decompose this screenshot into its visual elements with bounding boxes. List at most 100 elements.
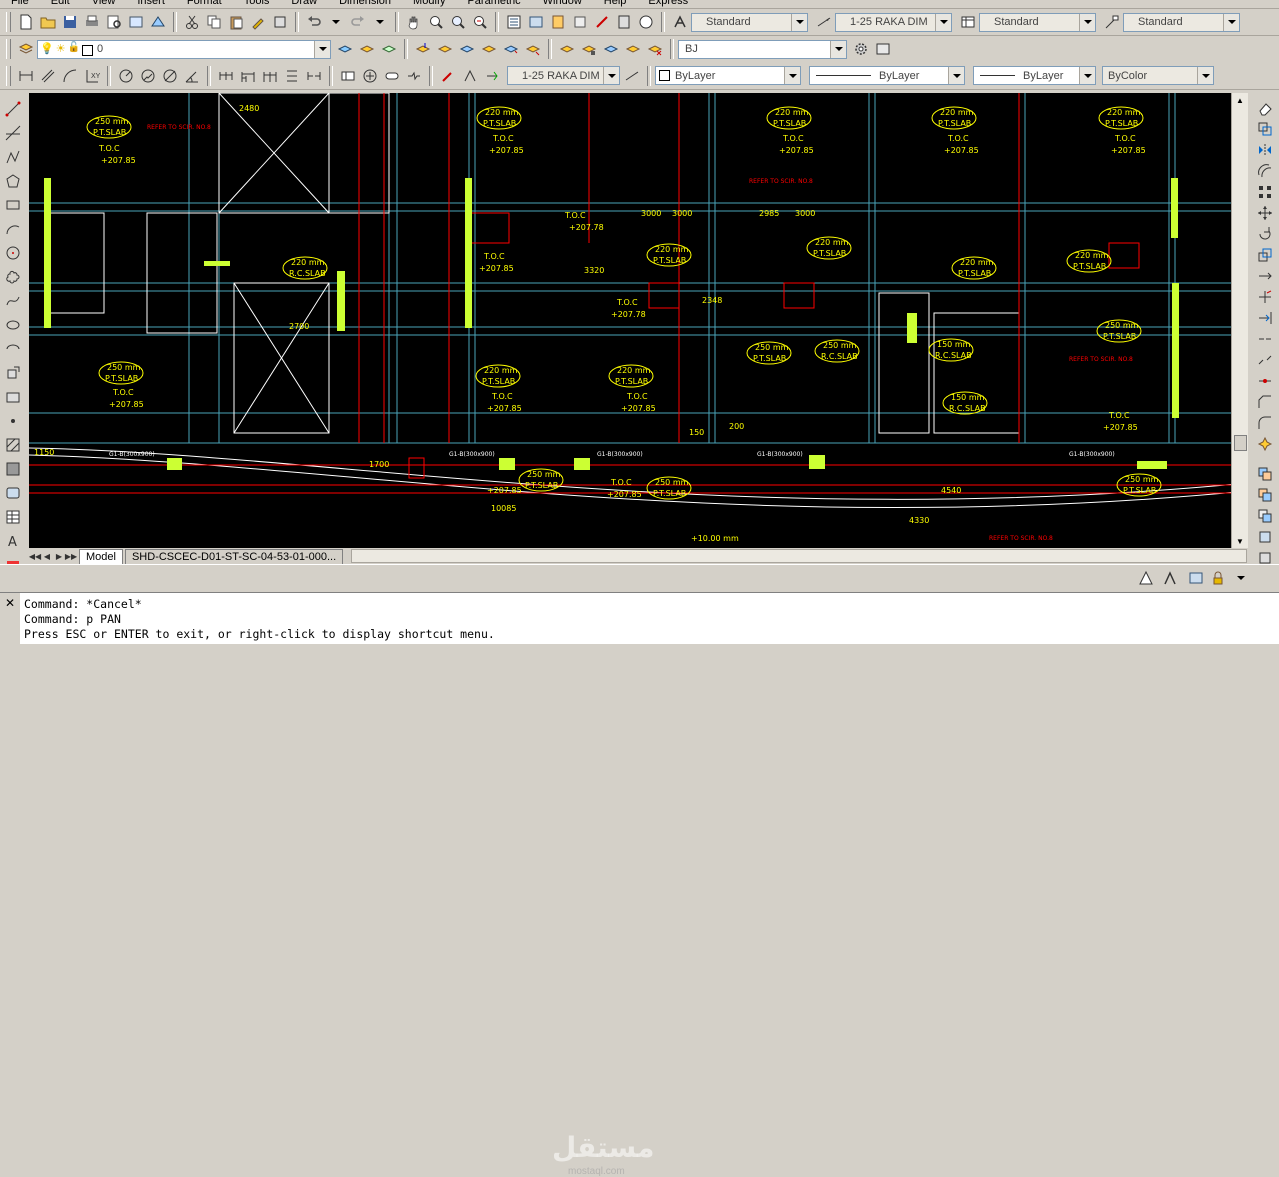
tab-model[interactable]: Model bbox=[79, 548, 123, 564]
layer-walk-icon[interactable] bbox=[557, 39, 577, 59]
markup-icon[interactable] bbox=[592, 12, 612, 32]
explode-icon[interactable] bbox=[1255, 434, 1275, 453]
hatch-icon[interactable] bbox=[3, 435, 23, 455]
annotation-scale-icon[interactable] bbox=[1136, 569, 1156, 587]
aligned-dim-icon[interactable] bbox=[38, 66, 58, 86]
chamfer-icon[interactable] bbox=[1255, 392, 1275, 411]
multiline-text-icon[interactable]: A bbox=[3, 531, 23, 551]
multileader-style-icon[interactable] bbox=[1102, 12, 1122, 32]
cut-icon[interactable] bbox=[182, 12, 202, 32]
dim-style-select[interactable]: 1-25 RAKA DIM bbox=[835, 12, 952, 32]
line-icon[interactable] bbox=[3, 99, 23, 119]
dim-style-manager-icon[interactable] bbox=[622, 66, 642, 86]
baseline-dim-icon[interactable] bbox=[238, 66, 258, 86]
design-center-icon[interactable] bbox=[526, 12, 546, 32]
mirror-icon[interactable] bbox=[1255, 140, 1275, 159]
draworder-back-icon[interactable] bbox=[1255, 506, 1275, 525]
command-line-grip[interactable]: ✕ bbox=[0, 593, 20, 644]
plotstyle-control-select[interactable]: ByColor bbox=[1102, 66, 1214, 85]
stretch-icon[interactable] bbox=[1255, 266, 1275, 285]
annotation-visibility-icon[interactable] bbox=[1160, 569, 1180, 587]
layer-unisolate-icon[interactable] bbox=[479, 39, 499, 59]
dim-break-icon[interactable] bbox=[304, 66, 324, 86]
linetype-control-select[interactable]: ByLayer bbox=[809, 66, 965, 85]
scroll-thumb[interactable] bbox=[1234, 435, 1247, 451]
quick-dim-icon[interactable] bbox=[216, 66, 236, 86]
menu-draw[interactable]: Draw bbox=[280, 0, 328, 8]
menu-tools[interactable]: Tools bbox=[233, 0, 281, 8]
center-mark-icon[interactable] bbox=[360, 66, 380, 86]
move-icon[interactable] bbox=[1255, 203, 1275, 222]
open-folder-icon[interactable] bbox=[38, 12, 58, 32]
linear-dim-icon[interactable] bbox=[16, 66, 36, 86]
fillet-icon[interactable] bbox=[1255, 413, 1275, 432]
menu-modify[interactable]: Modify bbox=[402, 0, 456, 8]
revision-cloud-icon[interactable] bbox=[3, 267, 23, 287]
pan-hand-icon[interactable] bbox=[404, 12, 424, 32]
jogged-linear-icon[interactable] bbox=[404, 66, 424, 86]
polyline-icon[interactable] bbox=[3, 147, 23, 167]
redo-dropdown-icon[interactable] bbox=[370, 12, 390, 32]
help-icon[interactable] bbox=[636, 12, 656, 32]
horizontal-scrollbar[interactable] bbox=[351, 549, 1247, 563]
erase-icon[interactable] bbox=[1255, 98, 1275, 117]
last-tab-icon[interactable]: ▶▶ bbox=[65, 550, 77, 562]
offset-icon[interactable] bbox=[1255, 161, 1275, 180]
menu-edit[interactable]: Edit bbox=[40, 0, 81, 8]
paste-icon[interactable] bbox=[226, 12, 246, 32]
redo-icon[interactable] bbox=[348, 12, 368, 32]
tolerance-icon[interactable] bbox=[338, 66, 358, 86]
angular-dim-icon[interactable] bbox=[182, 66, 202, 86]
multileader-style-select[interactable]: Standard bbox=[1123, 12, 1240, 32]
menu-help[interactable]: Help bbox=[593, 0, 638, 8]
status-menu-arrow-icon[interactable] bbox=[1231, 569, 1251, 587]
menu-dimension[interactable]: Dimension bbox=[328, 0, 402, 8]
layer-properties-icon[interactable] bbox=[16, 39, 36, 59]
insert-block-icon[interactable] bbox=[3, 363, 23, 383]
layer-merge-icon[interactable] bbox=[623, 39, 643, 59]
inspection-icon[interactable] bbox=[382, 66, 402, 86]
layer-freeze-icon[interactable] bbox=[501, 39, 521, 59]
spline-icon[interactable] bbox=[3, 291, 23, 311]
menu-view[interactable]: View bbox=[81, 0, 127, 8]
block-editor-icon[interactable] bbox=[270, 12, 290, 32]
construction-line-icon[interactable] bbox=[3, 123, 23, 143]
menu-window[interactable]: Window bbox=[532, 0, 593, 8]
draworder-front-icon[interactable] bbox=[1255, 485, 1275, 504]
dim-edit-icon[interactable] bbox=[438, 66, 458, 86]
vertical-scrollbar[interactable]: ▲ ▼ bbox=[1231, 93, 1248, 548]
layer-off-icon[interactable] bbox=[523, 39, 543, 59]
ellipse-icon[interactable] bbox=[3, 315, 23, 335]
calculator-icon[interactable] bbox=[614, 12, 634, 32]
layer-lock-icon[interactable] bbox=[579, 39, 599, 59]
undo-icon[interactable] bbox=[304, 12, 324, 32]
my-workspace-icon[interactable] bbox=[873, 39, 893, 59]
layer-delete-icon[interactable] bbox=[645, 39, 665, 59]
diameter-dim-icon[interactable] bbox=[160, 66, 180, 86]
scroll-up-arrow-icon[interactable]: ▲ bbox=[1232, 93, 1248, 107]
circle-icon[interactable] bbox=[3, 243, 23, 263]
extend-icon[interactable] bbox=[1255, 308, 1275, 327]
arc-icon[interactable] bbox=[3, 219, 23, 239]
first-tab-icon[interactable]: ◀◀ bbox=[29, 550, 41, 562]
radius-dim-icon[interactable] bbox=[116, 66, 136, 86]
lineweight-control-select[interactable]: ByLayer bbox=[973, 66, 1096, 85]
previous-tab-icon[interactable]: ◀ bbox=[41, 550, 53, 562]
copy-icon[interactable] bbox=[204, 12, 224, 32]
region-icon[interactable] bbox=[3, 483, 23, 503]
copy-object-icon[interactable] bbox=[1255, 119, 1275, 138]
command-prompt[interactable]: Press ESC or ENTER to exit, or right-cli… bbox=[24, 627, 495, 642]
break-at-point-icon[interactable] bbox=[1255, 329, 1275, 348]
workspace-switch-icon[interactable] bbox=[1186, 569, 1206, 587]
save-icon[interactable] bbox=[60, 12, 80, 32]
properties-icon[interactable] bbox=[504, 12, 524, 32]
jogged-dim-icon[interactable] bbox=[138, 66, 158, 86]
ordinate-dim-icon[interactable]: XY bbox=[82, 66, 102, 86]
make-block-icon[interactable] bbox=[3, 387, 23, 407]
toolbar-grip[interactable] bbox=[6, 39, 11, 59]
draworder-icon[interactable] bbox=[1255, 464, 1275, 483]
3d-dwf-icon[interactable] bbox=[148, 12, 168, 32]
undo-dropdown-icon[interactable] bbox=[326, 12, 346, 32]
scale-icon[interactable] bbox=[1255, 245, 1275, 264]
draworder-above-icon[interactable] bbox=[1255, 527, 1275, 546]
